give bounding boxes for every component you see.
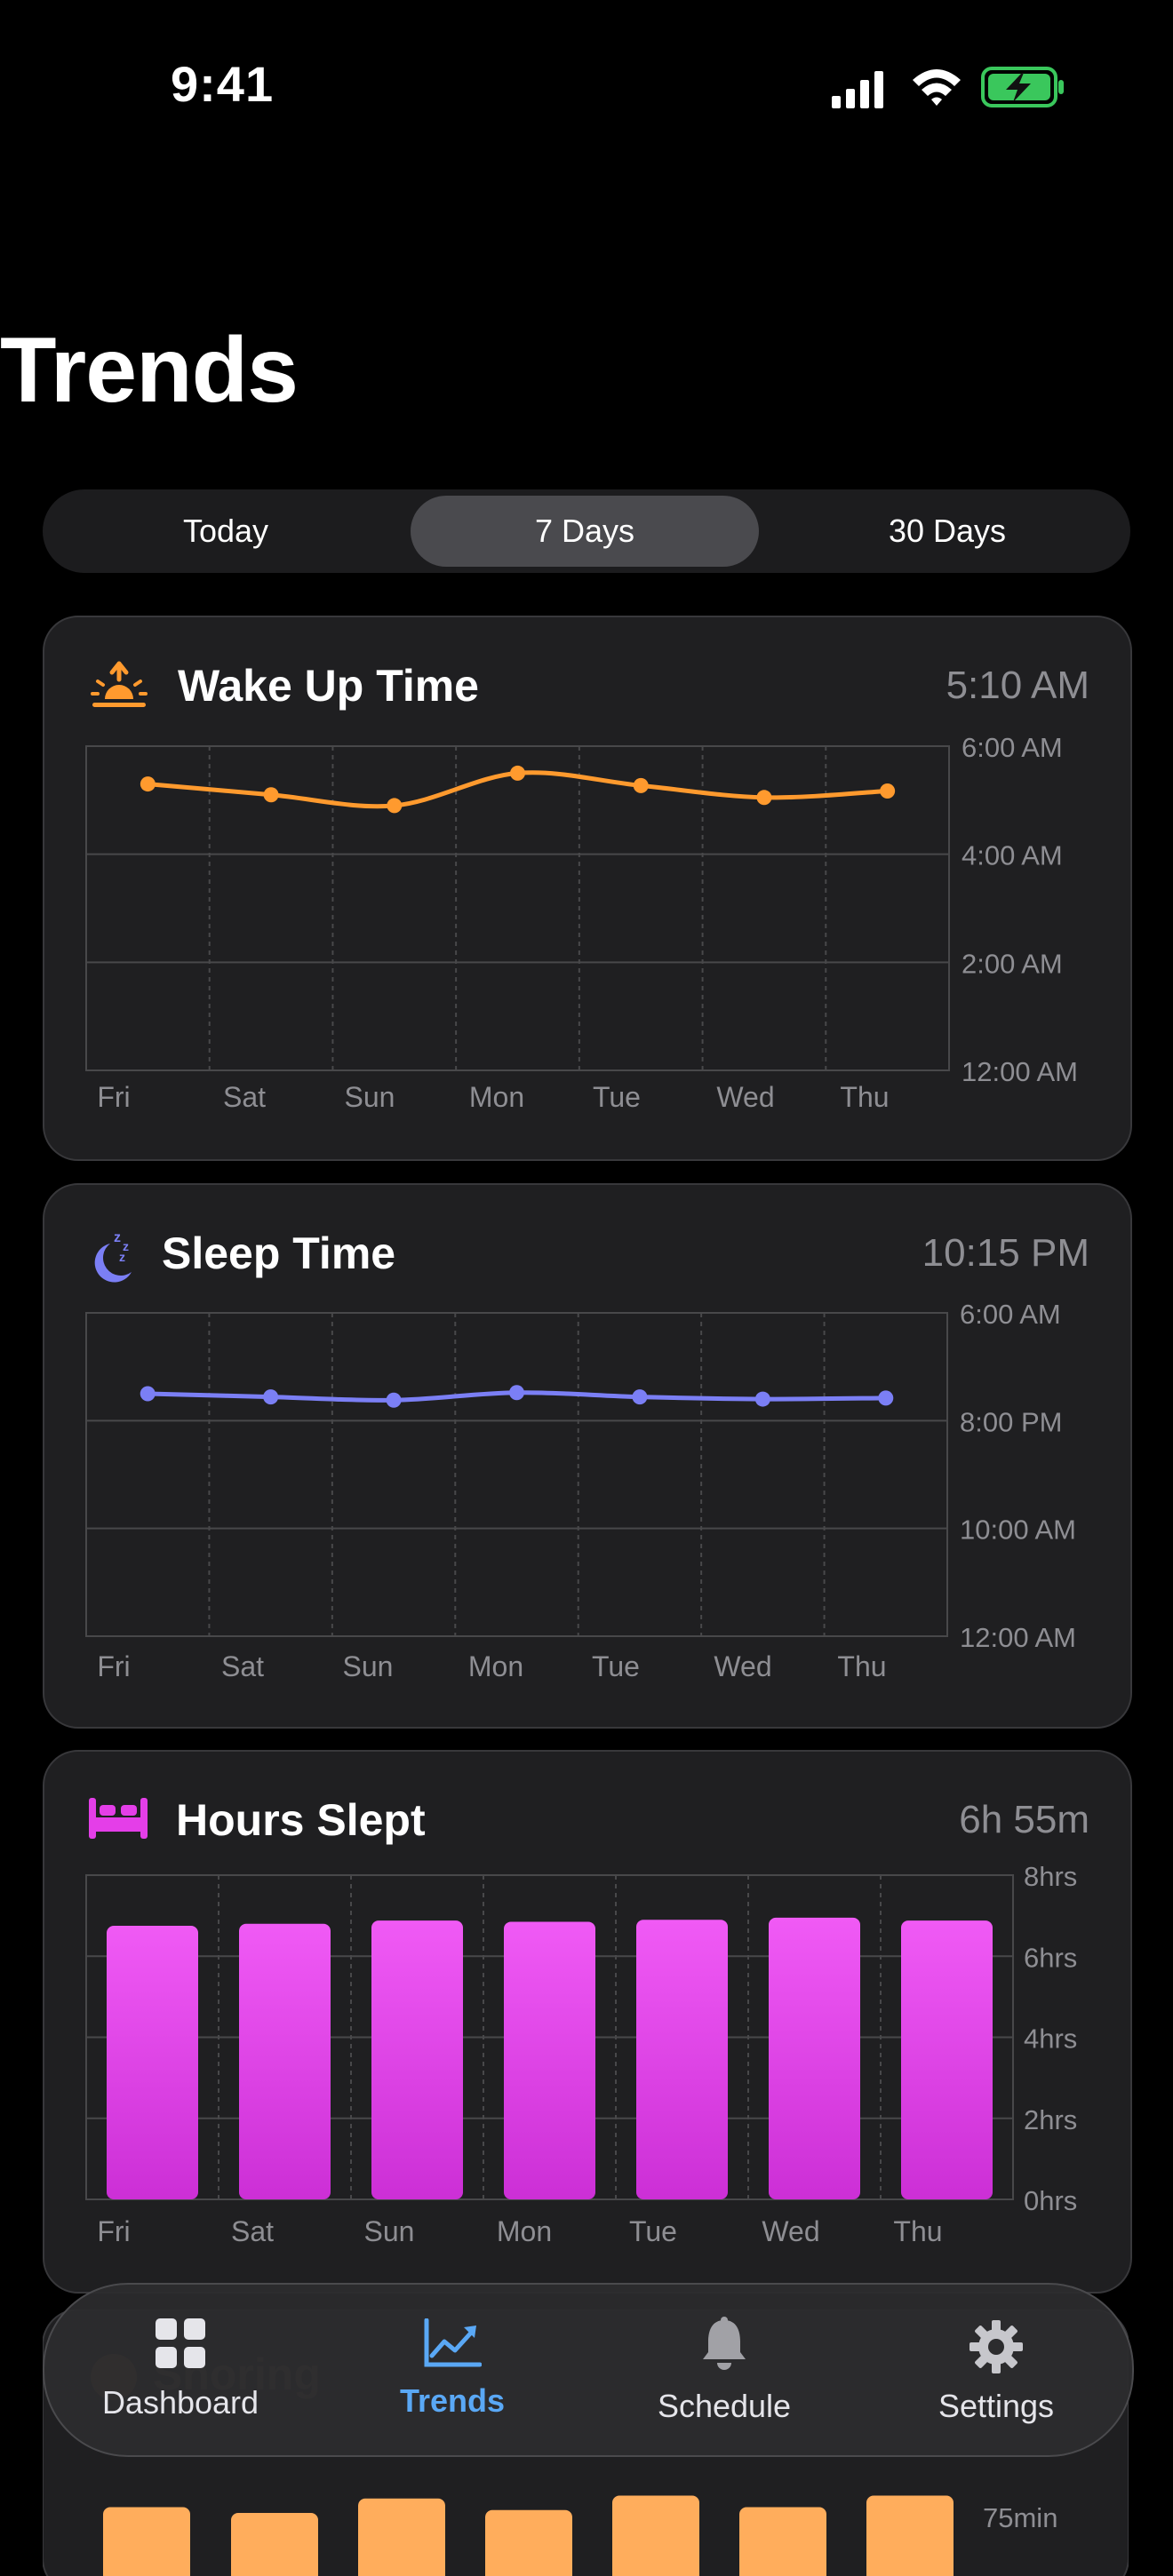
sleep-data-point (140, 1387, 156, 1402)
x-tick-label: Tue (592, 1650, 640, 1682)
wake-data-point (880, 783, 895, 799)
hours-bar (636, 1920, 728, 2199)
tab-schedule[interactable]: Schedule (588, 2285, 860, 2455)
x-tick-label: Fri (97, 1081, 130, 1113)
wake-data-point (756, 790, 771, 805)
y-tick-label: 2:00 AM (962, 948, 1063, 979)
x-tick-label: Tue (593, 1081, 641, 1113)
hours-slept-chart: 8hrs 6hrs 4hrs 2hrs 0hrs Fri Sat Sun Mon Tue Wed Th… (44, 1752, 1130, 2292)
grid-icon (156, 2318, 205, 2368)
wake-up-time-chart: 6:00 AM 4:00 AM 2:00 AM 12:00 AM Fri Sat Sun Mo… (44, 617, 1130, 1159)
wifi-icon (913, 69, 961, 106)
snoring-bar (231, 2513, 318, 2576)
x-tick-label: Sat (223, 1081, 266, 1113)
tab-bar: Dashboard Trends Schedule (43, 2283, 1134, 2457)
x-tick-label: Wed (714, 1650, 771, 1682)
snoring-bar (485, 2510, 572, 2576)
y-tick-label: 6:00 AM (962, 732, 1063, 763)
y-tick-label: 4hrs (1024, 2023, 1077, 2055)
snoring-bar (739, 2508, 826, 2576)
tab-dashboard-label: Dashboard (44, 2384, 316, 2421)
x-tick-label: Fri (97, 2215, 130, 2247)
tab-trends[interactable]: Trends (316, 2285, 588, 2455)
battery-charging-icon (983, 68, 1064, 106)
sleep-time-card[interactable]: z z z Sleep Time 10:15 PM 6:00 AM8:00 PM… (43, 1183, 1132, 1729)
hours-slept-card[interactable]: Hours Slept 6h 55m 8hrs6hrs4hrs2hrs0hrsF… (43, 1750, 1132, 2294)
status-time: 9:41 (171, 55, 274, 113)
y-tick-label: 75min (983, 2502, 1057, 2533)
tab-schedule-label: Schedule (588, 2388, 860, 2425)
x-tick-label: Wed (762, 2215, 819, 2247)
sleep-data-point (755, 1392, 770, 1407)
x-tick-label: Thu (837, 1650, 886, 1682)
hours-bar (901, 1920, 993, 2199)
segment-30-days[interactable]: 30 Days (773, 496, 1121, 567)
segment-7-days[interactable]: 7 Days (411, 496, 759, 567)
wake-data-point (387, 798, 402, 813)
y-tick-label: 8hrs (1024, 1861, 1077, 1892)
wake-data-point (140, 776, 156, 791)
snoring-bar (612, 2496, 699, 2576)
x-tick-label: Sun (364, 2215, 415, 2247)
y-tick-label: 0hrs (1024, 2185, 1077, 2216)
tab-settings[interactable]: Settings (860, 2285, 1132, 2455)
sleep-data-point (632, 1389, 647, 1404)
x-tick-label: Mon (497, 2215, 552, 2247)
segment-today[interactable]: Today (52, 496, 400, 567)
tab-dashboard[interactable]: Dashboard (44, 2285, 316, 2455)
plot-frame (86, 1313, 947, 1636)
wake-data-point (634, 778, 649, 793)
y-tick-label: 2hrs (1024, 2104, 1077, 2135)
sleep-data-point (387, 1393, 402, 1408)
hours-bar (107, 1926, 198, 2199)
signal-icon (832, 71, 883, 108)
sleep-data-point (263, 1389, 278, 1404)
tab-settings-label: Settings (860, 2388, 1132, 2425)
hours-bar (371, 1920, 463, 2199)
chart-line-icon (423, 2318, 482, 2368)
x-tick-label: Fri (97, 1650, 130, 1682)
x-tick-label: Sat (221, 1650, 264, 1682)
x-tick-label: Tue (629, 2215, 677, 2247)
wake-data-point (510, 766, 525, 781)
snoring-bar (358, 2499, 445, 2576)
sleep-data-point (509, 1385, 524, 1400)
x-tick-label: Mon (468, 1650, 523, 1682)
y-tick-label: 8:00 PM (960, 1406, 1062, 1437)
y-tick-label: 10:00 AM (960, 1515, 1076, 1546)
page-title: Trends (0, 318, 298, 424)
wake-up-time-card[interactable]: Wake Up Time 5:10 AM 6:00 AM4:00 AM2:00 … (43, 616, 1132, 1161)
y-tick-label: 12:00 AM (962, 1056, 1078, 1087)
hours-bar (504, 1921, 595, 2199)
x-tick-label: Sun (343, 1650, 394, 1682)
snoring-bar (103, 2508, 190, 2576)
y-tick-label: 12:00 AM (960, 1622, 1076, 1653)
hours-bar (769, 1918, 860, 2199)
x-tick-label: Wed (716, 1081, 774, 1113)
x-tick-label: Mon (469, 1081, 524, 1113)
wake-data-point (264, 787, 279, 802)
sleep-time-chart: 6:00 AM 8:00 PM 10:00 AM 12:00 AM Fri Sat Sun M… (44, 1185, 1130, 1727)
y-tick-label: 6hrs (1024, 1942, 1077, 1973)
range-segmented-control: Today 7 Days 30 Days (43, 489, 1130, 573)
y-tick-label: 6:00 AM (960, 1299, 1061, 1330)
x-tick-label: Sat (231, 2215, 274, 2247)
hours-bar (239, 1924, 331, 2199)
y-tick-label: 4:00 AM (962, 840, 1063, 871)
x-tick-label: Sun (345, 1081, 395, 1113)
status-icons (828, 62, 1068, 112)
bell-icon (699, 2317, 749, 2373)
x-tick-label: Thu (840, 1081, 889, 1113)
tab-trends-label: Trends (316, 2382, 588, 2420)
snoring-bar (866, 2496, 954, 2576)
sleep-data-point (878, 1390, 893, 1405)
x-tick-label: Thu (893, 2215, 942, 2247)
gear-icon (968, 2318, 1025, 2375)
